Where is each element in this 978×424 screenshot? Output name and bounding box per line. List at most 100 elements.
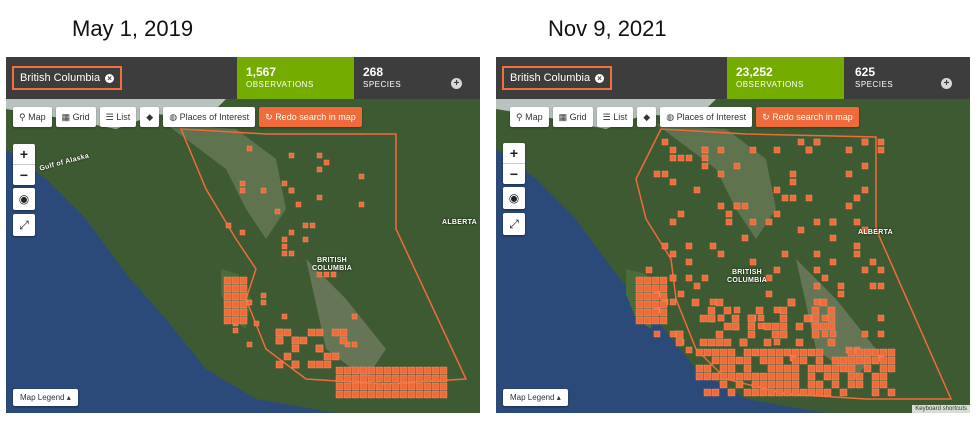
observation-cell bbox=[407, 382, 416, 391]
stats-header: British Columbia × 1,567 OBSERVATIONS 268… bbox=[6, 57, 480, 99]
zoom-in-button[interactable]: + bbox=[13, 144, 35, 164]
map-canvas[interactable]: BRITISH COLUMBIA ALBERTA bbox=[496, 99, 970, 413]
observation-cell bbox=[733, 306, 741, 314]
close-icon[interactable]: × bbox=[105, 73, 115, 83]
observation-cell bbox=[239, 300, 248, 309]
map-canvas[interactable]: Gulf of Alaska BRITISH COLUMBIA ALBERTA bbox=[6, 99, 480, 413]
observation-cell bbox=[773, 146, 781, 154]
observation-cell bbox=[343, 374, 352, 383]
observation-cell bbox=[823, 372, 832, 381]
observation-cell bbox=[717, 202, 725, 210]
observation-cell bbox=[275, 328, 284, 337]
observation-cell bbox=[685, 154, 693, 162]
observation-cell bbox=[805, 194, 813, 202]
observation-cell bbox=[811, 306, 820, 315]
fullscreen-button[interactable]: ⤢ bbox=[13, 214, 35, 236]
observation-cell bbox=[431, 374, 440, 383]
observation-cell bbox=[653, 170, 661, 178]
observation-cell bbox=[725, 210, 733, 218]
locate-icon: ◉ bbox=[18, 192, 30, 206]
observation-cell bbox=[779, 322, 788, 331]
date-label: May 1, 2019 bbox=[72, 16, 194, 41]
observation-cell bbox=[307, 328, 316, 337]
observation-cell bbox=[755, 306, 764, 315]
observation-cell bbox=[677, 290, 685, 298]
tab-map[interactable]: ⚲ Map bbox=[510, 107, 549, 127]
species-stat[interactable]: 625 SPECIES bbox=[846, 57, 946, 99]
observation-cell bbox=[283, 328, 292, 337]
tab-grid[interactable]: ▦ Grid bbox=[55, 107, 96, 127]
map-legend-button[interactable]: Map Legend ▴ bbox=[503, 389, 568, 406]
plus-circle-icon[interactable]: + bbox=[941, 78, 952, 89]
observation-cell bbox=[703, 372, 712, 381]
observations-stat[interactable]: 1,567 OBSERVATIONS bbox=[237, 57, 354, 99]
observation-cell bbox=[383, 382, 392, 391]
observations-stat[interactable]: 23,252 OBSERVATIONS bbox=[727, 57, 844, 99]
locate-button[interactable]: ◉ bbox=[503, 187, 525, 209]
observation-cell bbox=[877, 138, 885, 146]
observation-cell bbox=[281, 180, 288, 187]
observation-cell bbox=[335, 382, 344, 391]
observation-cell bbox=[295, 201, 302, 208]
observation-cell bbox=[751, 372, 760, 381]
redo-search-button[interactable]: ↻ Redo search in map bbox=[259, 107, 362, 127]
map-legend-button[interactable]: Map Legend ▴ bbox=[13, 389, 78, 406]
observation-cell bbox=[751, 380, 760, 389]
layers-button[interactable]: ◆ bbox=[637, 107, 657, 127]
observation-cell bbox=[759, 356, 768, 365]
locate-button[interactable]: ◉ bbox=[13, 188, 35, 210]
zoom-out-button[interactable]: − bbox=[503, 163, 525, 184]
observation-cell bbox=[423, 374, 432, 383]
observation-cell bbox=[715, 330, 724, 339]
observation-cell bbox=[391, 382, 400, 391]
observation-cell bbox=[316, 152, 323, 159]
observation-cell bbox=[813, 138, 821, 146]
place-filter-chip[interactable]: British Columbia × bbox=[12, 66, 123, 90]
plus-circle-icon[interactable]: + bbox=[451, 78, 462, 89]
observation-cell bbox=[375, 382, 384, 391]
observation-cell bbox=[407, 374, 416, 383]
observation-cell bbox=[651, 300, 660, 309]
observation-cell bbox=[783, 372, 792, 381]
map-pin-icon: ⚲ bbox=[19, 112, 26, 122]
layers-button[interactable]: ◆ bbox=[140, 107, 160, 127]
zoom-control: + − bbox=[503, 143, 525, 184]
observation-cell bbox=[771, 330, 780, 339]
observation-cell bbox=[863, 356, 872, 365]
keyboard-shortcuts-link[interactable]: Keyboard shortcuts bbox=[912, 405, 970, 413]
observation-cell bbox=[871, 348, 880, 357]
observation-cell bbox=[343, 390, 352, 399]
observation-cell bbox=[283, 352, 292, 361]
observation-cell bbox=[723, 338, 732, 347]
observation-cell bbox=[315, 328, 324, 337]
observation-cell bbox=[291, 360, 300, 369]
observation-cell bbox=[223, 316, 232, 325]
observation-cell bbox=[831, 356, 840, 365]
tab-map[interactable]: ⚲ Map bbox=[13, 107, 52, 127]
species-stat[interactable]: 268 SPECIES bbox=[354, 57, 454, 99]
stats-header: British Columbia × 23,252 OBSERVATIONS 62… bbox=[496, 57, 970, 99]
tab-grid[interactable]: ▦ Grid bbox=[552, 107, 593, 127]
observation-cell bbox=[847, 364, 856, 373]
place-filter-chip[interactable]: British Columbia × bbox=[502, 66, 613, 90]
observation-cell bbox=[819, 322, 828, 331]
fullscreen-button[interactable]: ⤢ bbox=[503, 213, 525, 235]
places-label: Places of Interest bbox=[179, 112, 250, 122]
observation-cell bbox=[727, 356, 736, 365]
observation-cell bbox=[635, 316, 644, 325]
places-of-interest-button[interactable]: ◍ Places of Interest bbox=[163, 107, 256, 127]
observation-cell bbox=[727, 388, 736, 397]
observation-cell bbox=[749, 258, 757, 266]
zoom-in-button[interactable]: + bbox=[503, 143, 525, 163]
places-of-interest-button[interactable]: ◍ Places of Interest bbox=[660, 107, 753, 127]
close-icon[interactable]: × bbox=[595, 73, 605, 83]
observation-cell bbox=[675, 338, 684, 347]
tab-list[interactable]: ☰ List bbox=[99, 107, 137, 127]
tab-list[interactable]: ☰ List bbox=[596, 107, 634, 127]
observation-cell bbox=[431, 366, 440, 375]
zoom-out-button[interactable]: − bbox=[13, 164, 35, 185]
observation-cell bbox=[807, 372, 816, 381]
observation-cell bbox=[239, 229, 246, 236]
observation-cell bbox=[693, 186, 701, 194]
redo-search-button[interactable]: ↻ Redo search in map bbox=[756, 107, 859, 127]
